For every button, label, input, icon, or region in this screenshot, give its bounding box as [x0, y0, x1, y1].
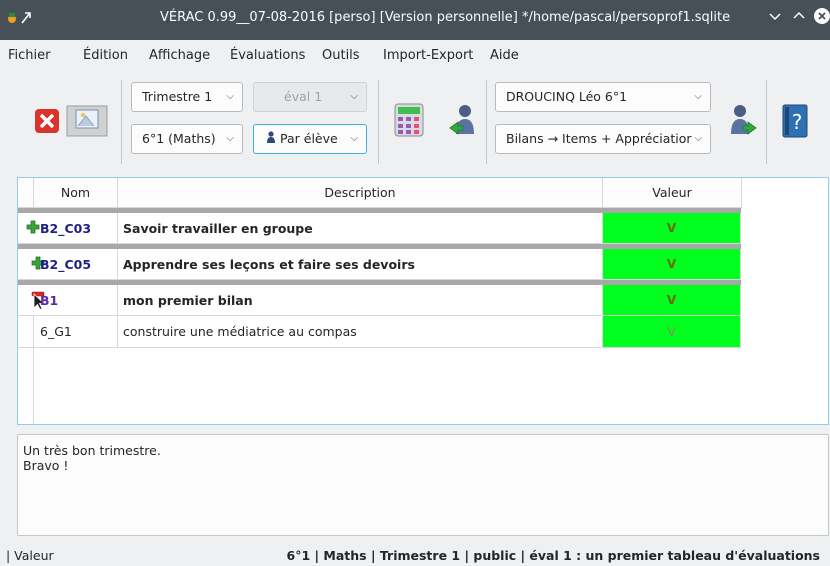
- menu-fichier[interactable]: Fichier: [8, 48, 51, 63]
- app-icon[interactable]: [6, 9, 34, 31]
- svg-text:?: ?: [792, 110, 803, 134]
- row-description: Apprendre ses leçons et faire ses devoir…: [118, 249, 603, 280]
- row-value[interactable]: V: [603, 316, 741, 348]
- chevron-down-icon: ⌵: [350, 91, 358, 102]
- period-select[interactable]: Trimestre 1 ⌵: [131, 82, 243, 112]
- chevron-down-icon: ⌵: [226, 91, 234, 102]
- chevron-down-icon: ⌵: [226, 133, 234, 144]
- window-titlebar: VÉRAC 0.99__07-08-2016 [perso] [Version …: [0, 0, 830, 40]
- status-bar: | Valeur 6°1 | Maths | Trimestre 1 | pub…: [0, 544, 830, 566]
- column-divider: [33, 348, 34, 424]
- student-select[interactable]: DROUCINQ Léo 6°1 ⌵: [495, 82, 711, 112]
- display-select-value: Bilans → Items + Appréciatior: [506, 131, 692, 146]
- help-icon[interactable]: ?: [782, 104, 808, 141]
- row-code: B1: [34, 285, 118, 316]
- view-mode-value: Par élève: [280, 131, 338, 146]
- appreciation-line: Un très bon trimestre.: [23, 443, 161, 458]
- row-code: B2_C03: [34, 213, 118, 244]
- student-select-value: DROUCINQ Léo 6°1: [506, 89, 628, 104]
- row-value[interactable]: V: [603, 213, 741, 244]
- group-select-value: 6°1 (Maths): [142, 131, 216, 146]
- row-value[interactable]: V: [603, 249, 741, 280]
- close-icon[interactable]: [814, 8, 830, 28]
- expand-cell[interactable]: [18, 213, 39, 244]
- row-description: construire une médiatrice au compas: [118, 316, 603, 348]
- menu-import-export[interactable]: Import-Export: [383, 48, 473, 63]
- table-row[interactable]: B1 mon premier bilan V: [18, 280, 741, 316]
- menu-edition[interactable]: Édition: [83, 48, 128, 63]
- group-select[interactable]: 6°1 (Maths) ⌵: [131, 124, 243, 154]
- row-description: mon premier bilan: [118, 285, 603, 316]
- table-row[interactable]: B2_C05 Apprendre ses leçons et faire ses…: [18, 244, 741, 280]
- evaluation-table: Nom Description Valeur B2_C03 Savoir tra…: [17, 177, 829, 425]
- column-header-expand: [18, 178, 34, 208]
- row-description: Savoir travailler en groupe: [118, 213, 603, 244]
- person-icon: [266, 126, 276, 154]
- chevron-down-icon: ⌵: [694, 133, 702, 144]
- row-code: 6_G1: [34, 316, 118, 348]
- table-row[interactable]: B2_C03 Savoir travailler en groupe V: [18, 208, 741, 244]
- period-select-value: Trimestre 1: [142, 89, 213, 104]
- menu-evaluations[interactable]: Évaluations: [230, 48, 305, 63]
- column-header-valeur[interactable]: Valeur: [603, 178, 742, 208]
- appreciation-textarea[interactable]: Un très bon trimestre. Bravo !: [17, 434, 829, 536]
- evaluation-select-value: éval 1: [284, 89, 323, 104]
- delete-icon[interactable]: [34, 108, 60, 137]
- display-select[interactable]: Bilans → Items + Appréciatior ⌵: [495, 124, 711, 154]
- window-title: VÉRAC 0.99__07-08-2016 [perso] [Version …: [160, 10, 731, 25]
- indent-cell: [18, 316, 34, 348]
- next-student-icon[interactable]: [728, 102, 758, 141]
- expand-cell[interactable]: [18, 285, 46, 316]
- status-right: 6°1 | Maths | Trimestre 1 | public | éva…: [286, 548, 820, 563]
- chevron-down-icon: ⌵: [694, 91, 702, 102]
- menu-affichage[interactable]: Affichage: [149, 48, 210, 63]
- menu-outils[interactable]: Outils: [322, 48, 360, 63]
- column-header-nom[interactable]: Nom: [34, 178, 118, 208]
- minimize-icon[interactable]: [768, 9, 782, 27]
- status-left: | Valeur: [6, 548, 54, 563]
- view-mode-select[interactable]: Par élève ⌵: [253, 124, 367, 154]
- maximize-icon[interactable]: [792, 9, 806, 27]
- toolbar-separator: [121, 80, 122, 164]
- evaluation-select: éval 1 ⌵: [253, 82, 367, 112]
- expand-cell[interactable]: [18, 249, 45, 280]
- menu-bar: Fichier Édition Affichage Évaluations Ou…: [0, 40, 830, 70]
- toolbar-separator: [378, 80, 379, 164]
- table-row[interactable]: 6_G1 construire une médiatrice au compas…: [18, 316, 741, 348]
- appreciation-line: Bravo !: [23, 458, 69, 473]
- chevron-down-icon: ⌵: [350, 133, 358, 144]
- row-code: B2_C05: [34, 249, 118, 280]
- toolbar-separator: [486, 80, 487, 164]
- row-value[interactable]: V: [603, 285, 741, 316]
- toolbar-separator: [766, 80, 767, 164]
- picture-icon[interactable]: [66, 104, 110, 141]
- calculator-icon[interactable]: [394, 103, 424, 140]
- toolbar: Trimestre 1 ⌵ éval 1 ⌵ 6°1 (Maths) ⌵ Par…: [0, 70, 830, 170]
- previous-student-icon[interactable]: [448, 102, 478, 141]
- column-header-description[interactable]: Description: [118, 178, 603, 208]
- menu-aide[interactable]: Aide: [490, 48, 519, 63]
